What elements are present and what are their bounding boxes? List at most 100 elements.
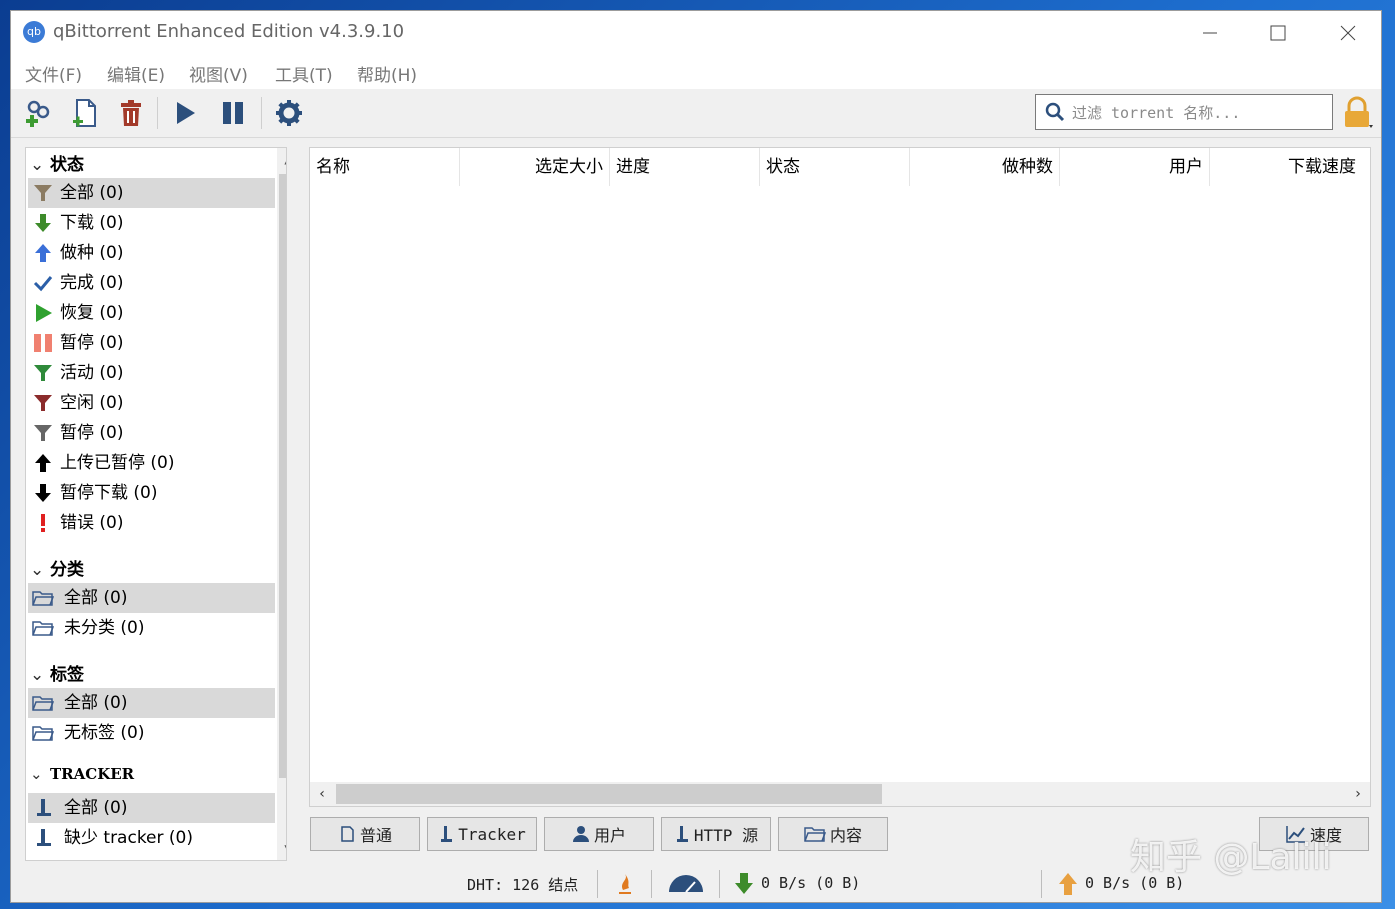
sidebar-item-label: 暂停 (0) bbox=[60, 423, 124, 443]
add-torrent-link-button[interactable] bbox=[19, 93, 59, 133]
watermark-text: 知乎 @Lalili bbox=[1130, 837, 1332, 878]
play-icon bbox=[177, 102, 195, 124]
delete-button[interactable] bbox=[111, 93, 151, 133]
alt-speed-toggle[interactable] bbox=[667, 872, 705, 896]
play-icon bbox=[32, 303, 54, 323]
chevron-down-icon: ⌄ bbox=[30, 665, 45, 685]
sidebar-item-category-all[interactable]: 全部 (0) bbox=[28, 583, 275, 613]
toolbar-separator bbox=[261, 97, 262, 129]
sidebar-item-status-all[interactable]: 全部 (0) bbox=[28, 178, 275, 208]
tracker-icon bbox=[32, 828, 54, 848]
scroll-up-arrow[interactable]: ▲ bbox=[277, 148, 286, 170]
sidebar-scrollbar[interactable]: ▲ ▼ bbox=[277, 148, 286, 860]
column-header-status[interactable]: 状态 bbox=[760, 148, 910, 186]
sidebar-item-inactive[interactable]: 空闲 (0) bbox=[28, 388, 275, 418]
sidebar-item-uncategorized[interactable]: 未分类 (0) bbox=[28, 613, 275, 643]
flame-icon bbox=[619, 874, 631, 894]
general-icon bbox=[341, 826, 354, 842]
dht-status: DHT: 126 结点 bbox=[467, 876, 579, 894]
sidebar-item-stalled[interactable]: 暂停 (0) bbox=[28, 418, 275, 448]
menu-edit[interactable]: 编辑(E) bbox=[107, 61, 165, 86]
sidebar-item-label: 暂停下载 (0) bbox=[60, 483, 158, 503]
tab-general[interactable]: 普通 bbox=[310, 817, 420, 851]
column-header-peers[interactable]: 用户 bbox=[1060, 148, 1210, 186]
menu-tools[interactable]: 工具(T) bbox=[275, 61, 333, 86]
table-horizontal-scrollbar[interactable]: ‹ › bbox=[310, 782, 1370, 806]
sidebar-item-resumed[interactable]: 恢复 (0) bbox=[28, 298, 275, 328]
tab-peers[interactable]: 用户 bbox=[544, 817, 654, 851]
column-header-seeds[interactable]: 做种数 bbox=[910, 148, 1060, 186]
tab-trackers[interactable]: Tracker bbox=[427, 817, 537, 851]
app-window: qb qBittorrent Enhanced Edition v4.3.9.1… bbox=[10, 10, 1382, 903]
tracker-icon bbox=[32, 798, 54, 818]
sidebar-item-label: 空闲 (0) bbox=[60, 393, 124, 413]
scrollbar-thumb[interactable] bbox=[336, 784, 882, 804]
tracker-icon bbox=[441, 826, 453, 842]
chevron-down-icon: ⌄ bbox=[30, 560, 45, 580]
section-title: 分类 bbox=[50, 560, 84, 580]
scroll-down-arrow[interactable]: ▼ bbox=[277, 838, 286, 860]
menu-view[interactable]: 视图(V) bbox=[189, 61, 248, 86]
user-icon bbox=[572, 826, 589, 842]
add-file-icon bbox=[73, 99, 96, 127]
status-separator bbox=[1041, 870, 1042, 898]
connection-status-icon[interactable] bbox=[615, 872, 635, 896]
maximize-button[interactable] bbox=[1247, 15, 1307, 51]
sidebar-item-trackerless[interactable]: 缺少 tracker (0) bbox=[28, 823, 275, 853]
sidebar-item-label: 错误 (0) bbox=[60, 513, 124, 533]
tab-http-sources[interactable]: HTTP 源 bbox=[661, 817, 771, 851]
sidebar-item-label: 恢复 (0) bbox=[60, 303, 124, 323]
sidebar-item-paused[interactable]: 暂停 (0) bbox=[28, 328, 275, 358]
sidebar-item-label: 全部 (0) bbox=[60, 183, 124, 203]
minimize-button[interactable] bbox=[1179, 15, 1239, 51]
download-speed-status[interactable]: 0 B/s (0 B) bbox=[761, 874, 860, 892]
status-section-header[interactable]: ⌄ 状态 bbox=[30, 150, 84, 178]
column-header-selected-size[interactable]: 选定大小 bbox=[460, 148, 610, 186]
sidebar-item-active[interactable]: 活动 (0) bbox=[28, 358, 275, 388]
scrollbar-thumb[interactable] bbox=[279, 174, 286, 778]
add-torrent-file-button[interactable] bbox=[65, 93, 105, 133]
checkmark-icon bbox=[32, 273, 54, 293]
pause-button[interactable] bbox=[213, 93, 253, 133]
sidebar-item-tag-all[interactable]: 全部 (0) bbox=[28, 688, 275, 718]
sidebar-item-download-paused[interactable]: 暂停下载 (0) bbox=[28, 478, 275, 508]
scroll-left-arrow[interactable]: ‹ bbox=[310, 782, 334, 806]
column-header-name[interactable]: 名称 bbox=[310, 148, 460, 186]
search-input[interactable] bbox=[1070, 99, 1329, 127]
folder-icon bbox=[32, 588, 54, 608]
search-box bbox=[1035, 94, 1333, 130]
tracker-section-header[interactable]: ⌄ TRACKER bbox=[30, 765, 134, 793]
resume-button[interactable] bbox=[165, 93, 205, 133]
scroll-right-arrow[interactable]: › bbox=[1346, 782, 1370, 806]
pause-icon bbox=[223, 102, 243, 124]
column-header-download-speed[interactable]: 下载速度 bbox=[1210, 148, 1362, 186]
sidebar-item-untagged[interactable]: 无标签 (0) bbox=[28, 718, 275, 748]
lock-button[interactable] bbox=[1337, 93, 1377, 133]
status-separator bbox=[597, 870, 598, 898]
pause-icon bbox=[32, 333, 54, 353]
sidebar-item-label: 暂停 (0) bbox=[60, 333, 124, 353]
sidebar-item-tracker-all[interactable]: 全部 (0) bbox=[28, 793, 275, 823]
filter-icon bbox=[32, 183, 54, 203]
category-section-header[interactable]: ⌄ 分类 bbox=[30, 555, 84, 583]
window-title: qBittorrent Enhanced Edition v4.3.9.10 bbox=[53, 21, 405, 42]
tab-label: Tracker bbox=[458, 824, 526, 844]
tags-section-header[interactable]: ⌄ 标签 bbox=[30, 660, 84, 688]
sidebar-item-seeding[interactable]: 做种 (0) bbox=[28, 238, 275, 268]
sidebar-item-errored[interactable]: 错误 (0) bbox=[28, 508, 275, 538]
menu-file[interactable]: 文件(F) bbox=[25, 61, 82, 86]
column-header-progress[interactable]: 进度 bbox=[610, 148, 760, 186]
sidebar-item-downloading[interactable]: 下载 (0) bbox=[28, 208, 275, 238]
download-arrow-icon bbox=[735, 873, 753, 894]
tracker-icon bbox=[676, 826, 688, 842]
sidebar-item-label: 全部 (0) bbox=[64, 798, 128, 818]
toolbar bbox=[11, 89, 1381, 138]
options-button[interactable] bbox=[269, 93, 309, 133]
filter-icon bbox=[32, 363, 54, 383]
menu-help[interactable]: 帮助(H) bbox=[357, 61, 417, 86]
sidebar-item-upload-paused[interactable]: 上传已暂停 (0) bbox=[28, 448, 275, 478]
sidebar-item-completed[interactable]: 完成 (0) bbox=[28, 268, 275, 298]
toolbar-separator bbox=[157, 97, 158, 129]
tab-content[interactable]: 内容 bbox=[778, 817, 888, 851]
close-button[interactable] bbox=[1317, 15, 1377, 51]
